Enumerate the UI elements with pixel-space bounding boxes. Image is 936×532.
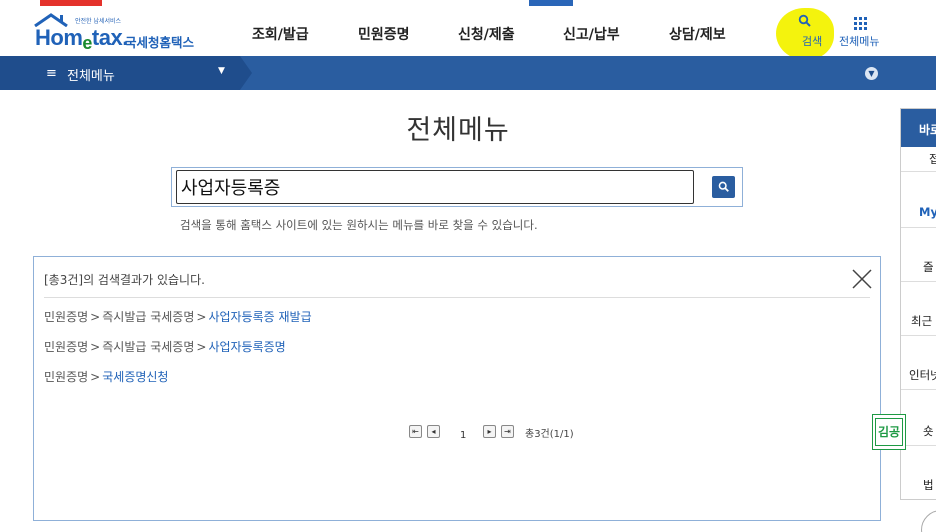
breadcrumb-item: 민원증명 <box>44 310 89 324</box>
nav-civil-certificate[interactable]: 민원증명 <box>358 24 410 44</box>
nav-report-pay[interactable]: 신고/납부 <box>563 24 620 44</box>
results-divider <box>44 297 870 298</box>
quick-menu-divider <box>901 335 936 336</box>
result-row: 민원증명 > 즉시발급 국세증명 > 사업자등록증 재발급 <box>44 308 312 325</box>
breadcrumb-item: 즉시발급 국세증명 <box>102 340 195 354</box>
result-row: 민원증명 > 즉시발급 국세증명 > 사업자등록증명 <box>44 338 286 355</box>
breadcrumb-item: 즉시발급 국세증명 <box>102 310 195 324</box>
dropdown-arrow-shape <box>240 56 252 90</box>
menu-search-button[interactable] <box>712 176 735 198</box>
chevron-right-icon: > <box>196 340 207 354</box>
allmenu-dropdown[interactable]: ≡ 전체메뉴 ▼ <box>0 56 252 90</box>
header-search-button[interactable]: 검색 <box>776 8 834 60</box>
quick-menu-divider <box>901 389 936 390</box>
search-hint: 검색을 통해 홈택스 사이트에 있는 원하시는 메뉴를 바로 찾을 수 있습니다… <box>180 218 538 232</box>
allmenu-dropdown-label: 전체메뉴 <box>67 69 115 84</box>
stamp-text: 김공 <box>875 418 903 446</box>
page-title: 전체메뉴 <box>406 115 510 146</box>
chevron-right-icon: > <box>90 310 101 324</box>
top-red-badge[interactable] <box>40 0 102 6</box>
nav-inquiry-issue[interactable]: 조회/발급 <box>252 24 309 44</box>
quick-menu-item[interactable]: 최근 <box>901 313 936 329</box>
result-row: 민원증명 > 국세증명신청 <box>44 368 168 385</box>
grid-menu-icon[interactable] <box>854 17 867 30</box>
nav-consult-report[interactable]: 상담/제보 <box>669 24 726 44</box>
quick-menu-item[interactable]: 법 <box>901 477 936 493</box>
next-page-icon[interactable]: ▸ <box>483 425 496 438</box>
name-stamp: 김공 <box>872 414 906 450</box>
nav-apply-submit[interactable]: 신청/제출 <box>458 24 515 44</box>
quick-menu-item[interactable]: 숏 <box>901 423 936 439</box>
result-link[interactable]: 사업자등록증명 <box>208 340 285 354</box>
quick-menu-header: 바로 <box>901 109 936 147</box>
header: 안전한 납세서비스 Hometax. 국세청홈택스 조회/발급 민원증명 신청/… <box>0 8 936 60</box>
chevron-right-icon: > <box>196 310 207 324</box>
quick-menu-divider <box>901 281 936 282</box>
quick-menu-item[interactable]: 인터넷 <box>901 367 936 383</box>
quick-menu-divider <box>901 445 936 446</box>
quick-menu-item[interactable]: My <box>901 205 936 219</box>
close-icon[interactable] <box>851 268 873 290</box>
quick-menu-divider <box>901 171 936 172</box>
search-icon <box>718 181 729 192</box>
sub-navigation-bar: ≡ 전체메뉴 ▼ ▼ <box>0 56 936 90</box>
search-results-panel: [총3건]의 검색결과가 있습니다. 민원증명 > 즉시발급 국세증명 > 사업자등록증… <box>33 256 881 521</box>
pagination-total: 총3건(1/1) <box>525 429 574 440</box>
quick-menu-item[interactable]: 즐 <box>901 259 936 275</box>
allmenu-label[interactable]: 전체메뉴 <box>839 33 879 49</box>
breadcrumb-item: 민원증명 <box>44 340 89 354</box>
results-count: [총3건]의 검색결과가 있습니다. <box>44 273 205 287</box>
result-link[interactable]: 국세증명신청 <box>102 370 168 384</box>
scroll-top-circle-button[interactable] <box>921 510 936 532</box>
caret-down-icon: ▼ <box>218 66 225 76</box>
quick-menu-item[interactable]: 접 <box>901 151 936 167</box>
hamburger-icon: ≡ <box>46 66 57 81</box>
chevron-right-icon: > <box>90 340 101 354</box>
hometax-logo[interactable]: 안전한 납세서비스 Hometax. 국세청홈택스 <box>33 13 203 53</box>
current-page[interactable]: 1 <box>460 430 466 441</box>
logo-tagline: 안전한 납세서비스 <box>75 18 122 25</box>
expand-circle-icon[interactable]: ▼ <box>865 67 878 80</box>
first-page-icon[interactable]: ⇤ <box>409 425 422 438</box>
top-utility-strip <box>0 0 936 8</box>
prev-page-icon[interactable]: ◂ <box>427 425 440 438</box>
breadcrumb-item: 민원증명 <box>44 370 89 384</box>
search-icon <box>798 14 811 27</box>
result-link[interactable]: 사업자등록증 재발급 <box>208 310 311 324</box>
logo-korean-name: 국세청홈택스 <box>125 35 195 50</box>
top-blue-badge[interactable] <box>529 0 573 6</box>
last-page-icon[interactable]: ⇥ <box>501 425 514 438</box>
menu-search-input[interactable] <box>176 170 694 204</box>
logo-wordmark: Hometax. <box>35 25 128 53</box>
quick-menu-divider <box>901 227 936 228</box>
menu-search-box <box>171 167 743 207</box>
chevron-right-icon: > <box>90 370 101 384</box>
search-label: 검색 <box>802 35 823 48</box>
